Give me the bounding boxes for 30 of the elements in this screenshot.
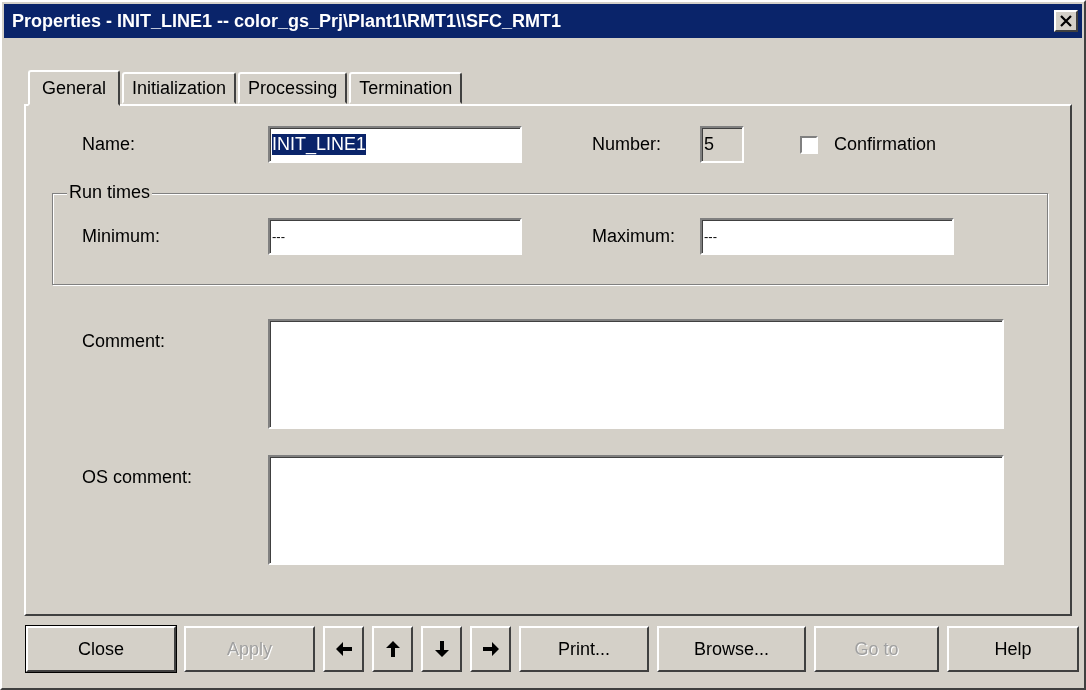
tab[interactable]: General [28, 70, 121, 106]
close-icon [1059, 15, 1073, 27]
field-label: Comment: [82, 330, 167, 352]
dialog-button[interactable] [323, 626, 364, 672]
tab[interactable]: Termination [349, 72, 463, 104]
window-title: Properties - INIT_LINE1 -- color_gs_Prj\Plant1\RMT1\\SFC_RMT1 [12, 10, 562, 32]
dialog-button[interactable] [372, 626, 413, 672]
dialog-button[interactable]: Help [947, 626, 1079, 672]
field-label: Number: [592, 134, 663, 155]
number-field: 5 [700, 126, 744, 163]
text-area[interactable] [268, 455, 1004, 565]
field-label: Maximum: [592, 226, 676, 247]
dialog-button[interactable]: Print... [519, 626, 649, 672]
dialog-button[interactable] [470, 626, 511, 672]
input-field[interactable]: --- [700, 218, 954, 255]
input-field[interactable]: --- [268, 218, 522, 255]
field-label: OS comment: [82, 466, 194, 488]
text-area[interactable] [268, 319, 1004, 429]
field-label: Minimum: [82, 226, 161, 247]
dialog-button[interactable]: Close [26, 626, 176, 672]
dialog-button[interactable] [421, 626, 462, 672]
dialog-button[interactable]: Browse... [657, 626, 806, 672]
input-field[interactable]: INIT_LINE1 [268, 126, 522, 163]
arrow-icon [480, 640, 501, 658]
close-button[interactable] [1054, 10, 1078, 32]
field-label: Name: [82, 134, 136, 155]
tab[interactable]: Processing [238, 72, 348, 104]
tab[interactable]: Initialization [122, 72, 237, 104]
checkbox[interactable] [800, 135, 818, 154]
checkbox-label: Confirmation [834, 134, 937, 155]
